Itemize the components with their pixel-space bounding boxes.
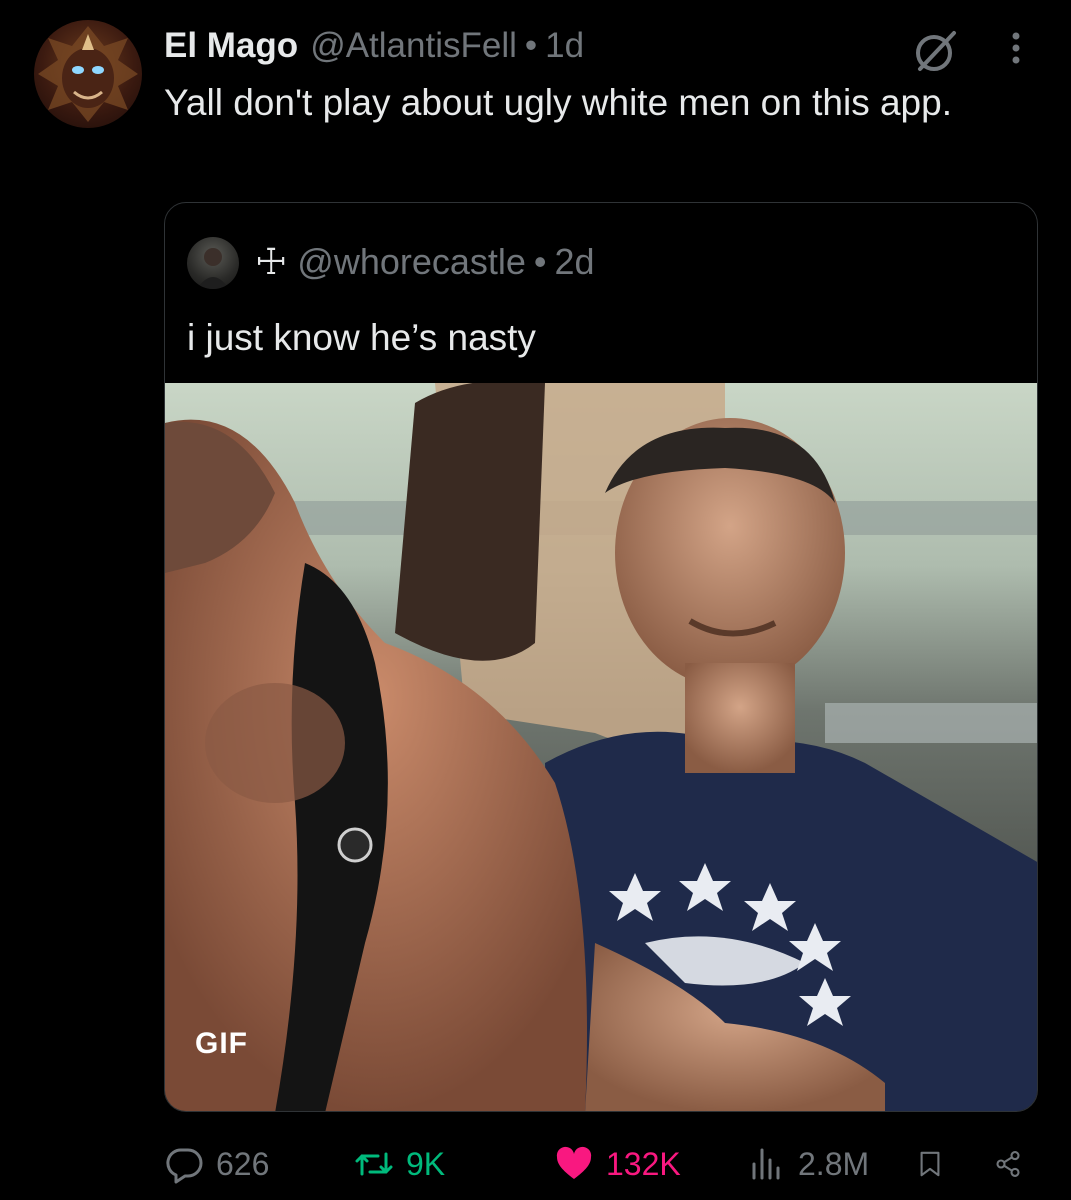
reply-icon <box>166 1148 203 1184</box>
quoted-tweet[interactable]: ☩ @whorecastle • 2d i just know he’s nas… <box>164 202 1038 1112</box>
quoted-avatar-image <box>197 248 229 289</box>
reply-button[interactable]: 626 <box>164 1140 269 1188</box>
author-handle[interactable]: @AtlantisFell <box>310 26 517 66</box>
like-button[interactable]: 132K <box>554 1140 681 1188</box>
more-icon[interactable] <box>1000 26 1032 74</box>
quoted-timestamp[interactable]: 2d <box>555 241 595 283</box>
author-avatar[interactable] <box>34 20 142 128</box>
reply-count: 626 <box>216 1145 270 1182</box>
tweet-header: El Mago @AtlantisFell • 1d <box>164 24 584 68</box>
views-count: 2.8M <box>798 1145 870 1182</box>
share-button[interactable] <box>994 1140 1034 1188</box>
retweet-icon <box>355 1152 393 1176</box>
avatar-image <box>38 26 138 122</box>
tweet-text: Yall don't play about ugly white men on … <box>164 82 952 123</box>
grok-icon[interactable] <box>912 27 960 75</box>
cross-glyph: ☩ <box>255 241 288 282</box>
quoted-text: i just know he’s nasty <box>187 317 536 358</box>
bookmark-button[interactable] <box>916 1140 956 1188</box>
separator-dot: • <box>524 26 538 65</box>
quoted-author-avatar[interactable] <box>187 237 239 289</box>
views-icon <box>752 1148 780 1180</box>
retweet-count: 9K <box>406 1145 446 1182</box>
gif-media[interactable]: GIF <box>165 383 1037 1111</box>
share-icon <box>996 1151 1020 1177</box>
action-bar: 626 9K 132K 2.8M <box>164 1140 1034 1188</box>
gif-badge: GIF <box>195 1027 248 1060</box>
tweet-timestamp[interactable]: 1d <box>545 26 584 66</box>
author-name[interactable]: El Mago <box>164 26 298 66</box>
views-button[interactable]: 2.8M <box>746 1140 869 1188</box>
quoted-separator-dot: • <box>533 241 547 282</box>
gif-frame <box>165 383 1037 1111</box>
quoted-handle[interactable]: @whorecastle <box>297 241 526 283</box>
quoted-header: ☩ @whorecastle • 2d <box>255 239 595 285</box>
like-count: 132K <box>606 1145 681 1182</box>
retweet-button[interactable]: 9K <box>354 1140 445 1188</box>
heart-icon <box>556 1146 592 1179</box>
bookmark-icon <box>920 1151 940 1177</box>
